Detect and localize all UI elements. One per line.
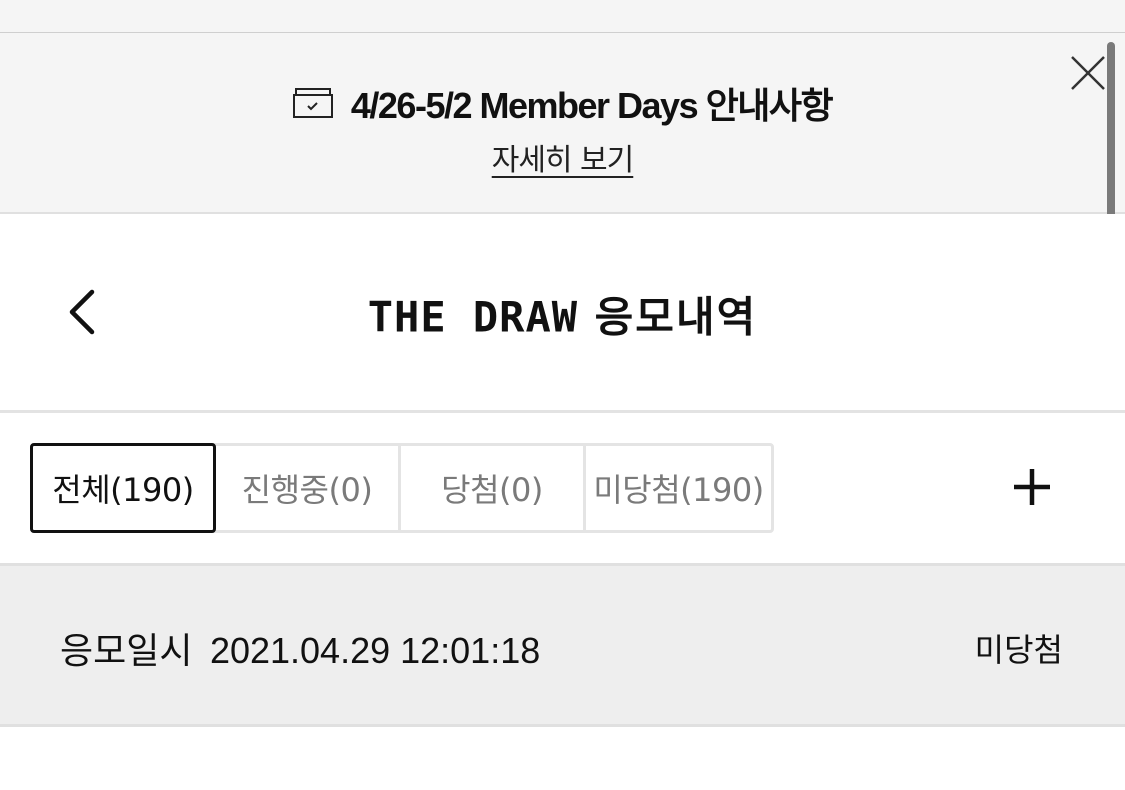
entry-datetime: 응모일시 2021.04.29 12:01:18 bbox=[60, 622, 540, 674]
calendar-box-icon bbox=[292, 87, 333, 119]
plus-icon bbox=[1014, 469, 1050, 505]
page-header: THE DRAW 응모내역 bbox=[0, 214, 1125, 413]
banner-title-row: 4/26-5/2 Member Days 안내사항 bbox=[0, 77, 1125, 129]
status-badge: 미당첨 bbox=[974, 631, 1063, 669]
filter-tabs: 전체(190) 진행중(0) 당첨(0) 미당첨(190) bbox=[30, 443, 774, 533]
view-details-link[interactable]: 자세히 보기 bbox=[492, 143, 635, 178]
page-title-ko: 응모내역 bbox=[594, 292, 758, 342]
expand-filter-button[interactable] bbox=[1010, 465, 1054, 509]
tab-all[interactable]: 전체(190) bbox=[30, 443, 216, 533]
announcement-banner: 4/26-5/2 Member Days 안내사항 자세히 보기 bbox=[0, 33, 1125, 214]
banner-title: 4/26-5/2 Member Days 안내사항 bbox=[350, 85, 834, 126]
page-title: THE DRAW 응모내역 bbox=[0, 284, 1125, 345]
tab-not-won[interactable]: 미당첨(190) bbox=[586, 446, 771, 530]
entry-date: 2021.04.29 12:01:18 bbox=[209, 630, 541, 671]
search-bar-strip bbox=[0, 0, 1125, 33]
list-item[interactable]: 응모일시 2021.04.29 12:01:18 미당첨 bbox=[0, 563, 1125, 727]
entry-label: 응모일시 bbox=[60, 631, 193, 672]
tab-won[interactable]: 당첨(0) bbox=[401, 446, 586, 530]
page-title-en: THE DRAW bbox=[367, 292, 579, 342]
filter-tabs-row: 전체(190) 진행중(0) 당첨(0) 미당첨(190) bbox=[0, 413, 1125, 563]
tab-in-progress[interactable]: 진행중(0) bbox=[216, 446, 401, 530]
close-icon[interactable] bbox=[1068, 53, 1108, 93]
